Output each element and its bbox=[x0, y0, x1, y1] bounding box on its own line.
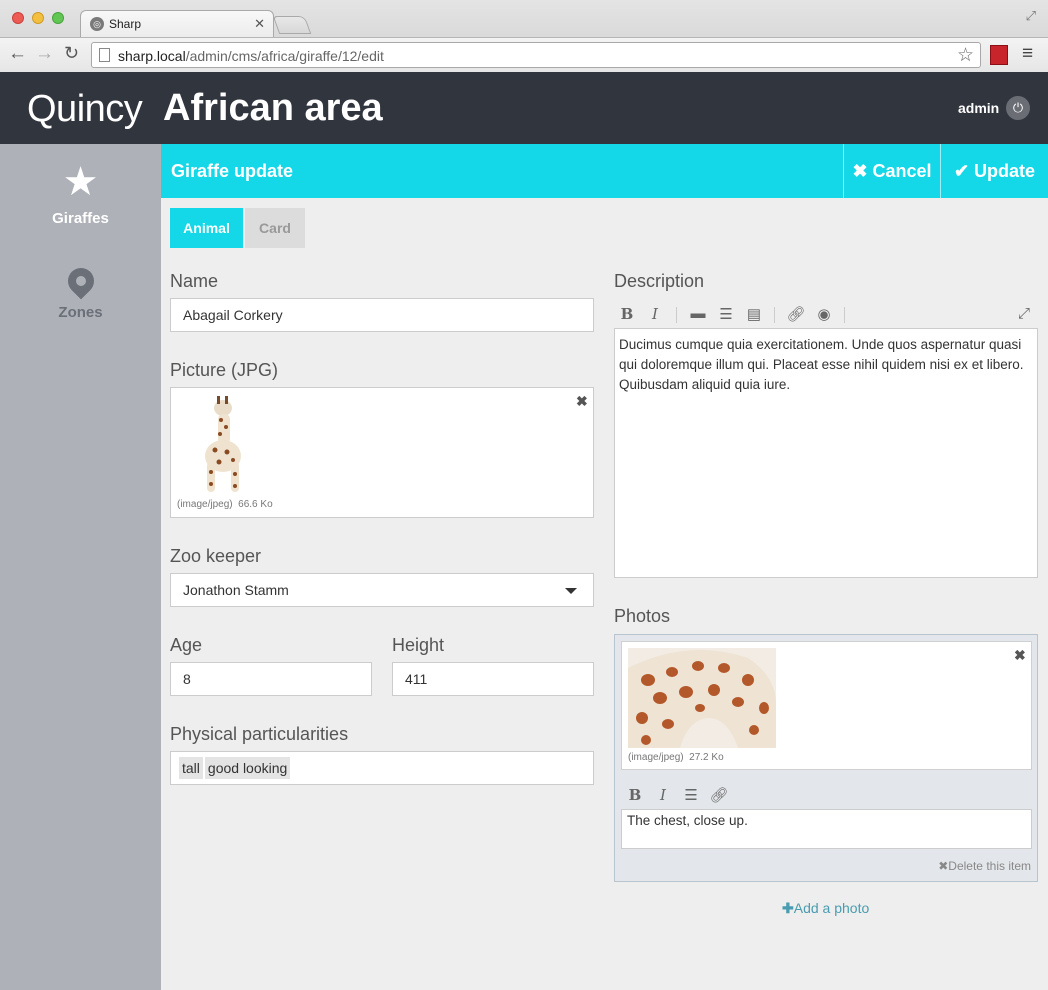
tab-animal[interactable]: Animal bbox=[170, 208, 243, 248]
particularities-tags-input[interactable]: tall good looking bbox=[170, 751, 594, 785]
picture-size: 66.6 Ko bbox=[238, 499, 273, 510]
check-icon: ✔ bbox=[953, 161, 975, 181]
remove-photo-icon[interactable]: ✖ bbox=[1014, 647, 1026, 664]
fullscreen-icon[interactable]: ⤢ bbox=[1014, 305, 1034, 322]
tag-chip[interactable]: tall bbox=[179, 757, 203, 779]
delete-item-label: Delete this item bbox=[948, 859, 1031, 873]
cancel-label: Cancel bbox=[872, 161, 932, 181]
url-path: /admin/cms/africa/giraffe/12/edit bbox=[185, 48, 384, 64]
close-tab-icon[interactable]: ✕ bbox=[254, 16, 265, 32]
form-titlebar: Giraffe update ✖ Cancel ✔ Update bbox=[161, 144, 1048, 198]
remove-picture-icon[interactable]: ✖ bbox=[576, 393, 588, 410]
fullscreen-icon[interactable]: ⤢ bbox=[1026, 8, 1036, 24]
page-title: Giraffe update bbox=[171, 161, 294, 181]
ordered-list-icon[interactable]: ▤ bbox=[744, 305, 764, 323]
forward-arrow-icon[interactable]: → bbox=[35, 43, 54, 65]
link-icon[interactable]: 🔗︎ bbox=[709, 786, 729, 804]
photo-size: 27.2 Ko bbox=[689, 752, 724, 763]
picture-upload-box: ✖ (image/jpeg) 66.6 Ko bbox=[170, 387, 594, 518]
url-host: sharp.local bbox=[118, 48, 186, 64]
menu-icon[interactable]: ≡ bbox=[1022, 43, 1033, 65]
giraffe-thumbnail bbox=[177, 394, 277, 498]
photo-upload-box: ✖ (image/jpeg) 27.2 Ko bbox=[621, 641, 1032, 770]
list-icon[interactable]: ☰ bbox=[716, 305, 736, 323]
tag-chip[interactable]: good looking bbox=[204, 757, 291, 779]
update-label: Update bbox=[974, 161, 1036, 181]
description-label: Description bbox=[614, 271, 705, 291]
user-name: admin bbox=[958, 100, 1000, 116]
age-label: Age bbox=[170, 635, 203, 655]
zookeeper-selected-value: Jonathon Stamm bbox=[183, 582, 289, 598]
add-photo-link[interactable]: ✚Add a photo bbox=[782, 900, 869, 917]
picture-meta: (image/jpeg) 66.6 Ko bbox=[177, 499, 273, 510]
bold-icon[interactable]: B bbox=[617, 305, 637, 323]
delete-item-link[interactable]: ✖Delete this item bbox=[938, 859, 1031, 873]
bold-icon[interactable]: B bbox=[625, 786, 645, 804]
browser-tab-title: Sharp bbox=[109, 17, 142, 31]
bookmark-star-icon[interactable]: ☆ bbox=[957, 44, 974, 67]
page-icon bbox=[99, 48, 110, 62]
height-input[interactable]: 411 bbox=[392, 662, 594, 696]
brand-logo[interactable]: Quincy bbox=[27, 88, 143, 131]
zoom-window-button[interactable] bbox=[52, 12, 64, 24]
sidebar-item-label: Giraffes bbox=[52, 210, 109, 227]
zookeeper-label: Zoo keeper bbox=[170, 546, 262, 566]
close-window-button[interactable] bbox=[12, 12, 24, 24]
photos-label: Photos bbox=[614, 606, 671, 626]
photo-thumbnail bbox=[628, 648, 776, 748]
photos-list-item: ✖ (image/jpeg) 27.2 Ko B I ☰ 🔗︎ The ches… bbox=[614, 634, 1038, 882]
picture-mime: (image/jpeg) bbox=[177, 499, 233, 510]
list-icon[interactable]: ☰ bbox=[681, 786, 701, 804]
photo-mime: (image/jpeg) bbox=[628, 752, 684, 763]
italic-icon[interactable]: I bbox=[645, 305, 665, 323]
app-header: Quincy African area admin ⏻ bbox=[0, 72, 1048, 144]
close-icon: ✖ bbox=[938, 859, 949, 873]
extension-icon[interactable] bbox=[990, 45, 1008, 65]
plus-icon: ✚ bbox=[782, 900, 794, 916]
description-editor-toolbar: B I ▬ ☰ ▤ 🔗︎ ◉ ⤢ bbox=[614, 305, 1038, 325]
name-label: Name bbox=[170, 271, 219, 291]
photo-legend-textarea[interactable]: The chest, close up. bbox=[621, 809, 1032, 849]
browser-chrome: ◎ Sharp ✕ ⤢ ← → ↻ sharp.local/admin/cms/… bbox=[0, 0, 1048, 72]
browser-tab[interactable]: ◎ Sharp ✕ bbox=[80, 10, 274, 37]
toolbar-divider bbox=[774, 307, 775, 323]
zookeeper-select[interactable]: Jonathon Stamm bbox=[170, 573, 594, 607]
sidebar-item-giraffes[interactable]: ★ Giraffes bbox=[0, 160, 161, 227]
update-button[interactable]: ✔ Update bbox=[940, 144, 1048, 198]
height-label: Height bbox=[392, 635, 445, 655]
minimize-window-button[interactable] bbox=[32, 12, 44, 24]
map-pin-icon bbox=[62, 262, 99, 300]
browser-toolbar: ← → ↻ sharp.local/admin/cms/africa/giraf… bbox=[0, 37, 1048, 72]
preview-eye-icon[interactable]: ◉ bbox=[814, 305, 834, 323]
tab-card[interactable]: Card bbox=[245, 208, 305, 248]
particularities-label: Physical particularities bbox=[170, 724, 349, 744]
address-bar[interactable]: sharp.local/admin/cms/africa/giraffe/12/… bbox=[91, 42, 981, 68]
url-text: sharp.local/admin/cms/africa/giraffe/12/… bbox=[118, 48, 384, 64]
sidebar-item-label: Zones bbox=[58, 304, 103, 321]
sidebar: ★ Giraffes Zones bbox=[0, 144, 161, 990]
toolbar-divider bbox=[676, 307, 677, 323]
italic-icon[interactable]: I bbox=[653, 786, 673, 804]
add-photo-label: Add a photo bbox=[793, 900, 870, 916]
toolbar-divider bbox=[844, 307, 845, 323]
description-textarea[interactable]: Ducimus cumque quia exercitationem. Unde… bbox=[614, 328, 1038, 578]
globe-icon: ◎ bbox=[90, 17, 104, 31]
logout-power-icon[interactable]: ⏻ bbox=[1006, 96, 1030, 120]
name-input[interactable]: Abagail Corkery bbox=[170, 298, 594, 332]
new-tab-button[interactable] bbox=[272, 16, 312, 34]
link-icon[interactable]: 🔗︎ bbox=[786, 305, 806, 323]
sidebar-item-zones[interactable]: Zones bbox=[0, 262, 161, 321]
legend-editor-toolbar: B I ☰ 🔗︎ bbox=[625, 786, 825, 806]
star-icon: ★ bbox=[62, 160, 99, 204]
photo-meta: (image/jpeg) 27.2 Ko bbox=[628, 752, 724, 763]
reload-icon[interactable]: ↻ bbox=[64, 43, 79, 64]
caret-down-icon bbox=[565, 588, 577, 594]
quote-icon[interactable]: ▬ bbox=[688, 305, 708, 322]
cancel-button[interactable]: ✖ Cancel bbox=[843, 144, 940, 198]
back-arrow-icon[interactable]: ← bbox=[8, 43, 27, 65]
close-icon: ✖ bbox=[852, 161, 873, 181]
area-title: African area bbox=[163, 87, 383, 129]
age-input[interactable]: 8 bbox=[170, 662, 372, 696]
picture-label: Picture (JPG) bbox=[170, 360, 279, 380]
